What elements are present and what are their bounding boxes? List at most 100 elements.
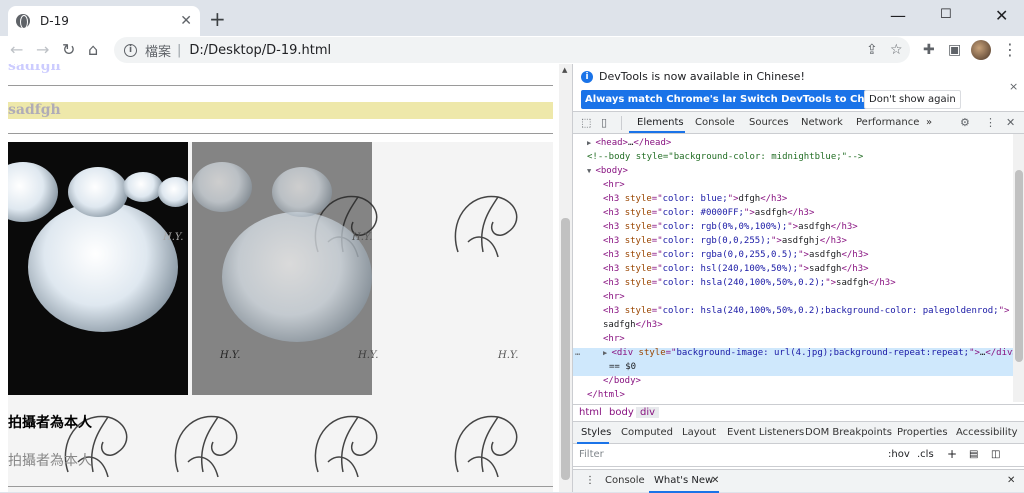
tab-close-icon[interactable]: ✕ [180,13,192,29]
element-state-icon[interactable]: ▤ [969,449,978,460]
devtools-drawer: ⋮ Console What's New ✕ ✕ [573,469,1024,493]
dom-token-tag: </h3> [830,222,858,232]
sketch-tile [314,415,378,478]
tab-performance[interactable]: Performance [856,117,919,128]
settings-gear-icon[interactable]: ⚙ [960,116,970,129]
tab-styles[interactable]: Styles [581,427,611,438]
tab-computed[interactable]: Computed [621,427,673,438]
dom-node-line[interactable]: ▶ <head>…</head> [587,136,671,150]
maximize-button[interactable]: ☐ [940,7,952,22]
dom-node-line[interactable]: ▼ <body> [587,164,628,178]
breadcrumb-html[interactable]: html [575,407,606,418]
minimize-button[interactable]: — [890,6,906,25]
browser-tab[interactable]: D-19 ✕ [8,6,200,36]
dom-node-line[interactable]: == $0 [609,360,636,374]
dom-node-line[interactable]: <hr> [603,178,625,192]
more-tabs-chevron[interactable]: » [926,117,932,128]
horizontal-rule [8,85,553,86]
dom-node-line[interactable]: <h3 style="color: #0000FF;">asdfgh</h3> [603,206,814,220]
dom-token-tag: </h3> [819,236,847,246]
dom-tree-scrollbar[interactable] [1013,134,1024,402]
dom-node-line[interactable]: <hr> [603,332,625,346]
dom-node-line[interactable]: <h3 style="color: blue;">dfgh</h3> [603,192,787,206]
filter-input[interactable]: Filter [579,449,604,460]
hover-state-toggle[interactable]: :hov [888,449,910,460]
back-button[interactable]: ← [10,40,23,59]
drawer-tab-console[interactable]: Console [605,475,645,486]
tab-dom-breakpoints[interactable]: DOM Breakpoints [805,427,892,438]
tab-network[interactable]: Network [801,117,843,128]
drawer-menu-icon[interactable]: ⋮ [585,475,595,486]
dom-node-line[interactable]: ▶ <div style="background-image: url(4.jp… [603,346,1013,360]
infobar-close-icon[interactable]: × [1009,80,1018,93]
page-scroll-thumb[interactable] [561,218,570,480]
dont-show-again-button[interactable]: Don't show again [864,90,961,109]
dom-token-txt: asdfghj [781,236,820,246]
extensions-puzzle-icon[interactable]: ✚ [923,42,935,58]
dom-token-attr: style [624,306,652,316]
browser-window: D-19 ✕ + — ☐ ✕ ← → ↻ ⌂ i 檔案 | D:/Desktop… [0,0,1024,493]
dom-node-line[interactable]: <h3 style="color: hsla(240,100%,50%,0.2)… [603,304,1009,318]
devtools-menu-icon[interactable]: ⋮ [985,116,996,129]
dom-node-line[interactable]: <h3 style="color: rgb(0%,0%,100%);">asdf… [603,220,858,234]
new-style-rule-button[interactable]: + [947,447,957,461]
page-scrollbar[interactable]: ▲ [559,64,572,492]
dom-token-tag: =" [651,222,663,232]
dom-token-tag: =" [651,306,663,316]
device-toolbar-icon[interactable]: ▯ [601,116,607,129]
horizontal-rule [8,486,553,487]
home-button[interactable]: ⌂ [88,40,98,59]
dom-token-tag: </h3> [868,278,896,288]
browser-menu-icon[interactable]: ⋮ [1002,40,1018,59]
class-toggle[interactable]: .cls [917,449,934,460]
new-tab-button[interactable]: + [209,9,226,29]
site-info-icon[interactable]: i [124,43,137,57]
window-close-button[interactable]: ✕ [995,6,1008,25]
breadcrumb-div[interactable]: div [636,407,660,418]
title-bar: D-19 ✕ + — ☐ ✕ [0,0,1024,36]
dom-node-line[interactable]: <hr> [603,290,625,304]
dom-node-line[interactable]: <h3 style="color: rgba(0,0,255,0.5);">as… [603,248,869,262]
drawer-tab-close-icon[interactable]: ✕ [711,475,719,486]
dom-token-txt: asdfgh [754,208,788,218]
palegoldenrod-heading: sadfgh [8,102,553,119]
dom-node-line[interactable]: </html> [587,388,625,402]
horizontal-rule [8,133,553,134]
bookmark-star-icon[interactable]: ☆ [890,42,903,58]
tab-layout[interactable]: Layout [682,427,716,438]
drawer-tab-whats-new[interactable]: What's New [654,475,713,486]
tab-event-listeners[interactable]: Event Listeners [727,427,804,438]
node-actions-icon[interactable]: ⋯ [575,348,580,362]
dom-node-line[interactable]: </body> [603,374,641,388]
toggle-sidebar-icon[interactable]: ◫ [991,449,1000,460]
dom-tree-scroll-thumb[interactable] [1015,170,1023,362]
scroll-up-icon[interactable]: ▲ [562,66,567,74]
tab-console[interactable]: Console [695,117,735,128]
dom-token-val: color: hsla(240,100%,50%,0.2);background… [662,306,999,316]
tab-sources[interactable]: Sources [749,117,789,128]
share-icon[interactable]: ⇪ [866,42,878,58]
breadcrumb-body[interactable]: body [605,407,638,418]
dom-token-attr: style [624,278,652,288]
tab-accessibility[interactable]: Accessibility [956,427,1018,438]
dom-node-line[interactable]: sadfgh</h3> [603,318,663,332]
dom-token-tag: "> [998,306,1010,316]
dom-node-line[interactable]: <h3 style="color: rgb(0,0,255);">asdfghj… [603,234,847,248]
inspect-element-icon[interactable]: ⬚ [581,116,591,129]
dom-node-line[interactable]: <h3 style="color: hsl(240,100%,50%);">sa… [603,262,869,276]
dom-node-line[interactable]: <!--body style="background-color: midnig… [587,150,863,164]
dom-tree[interactable]: ⋯ ▶ <head>…</head> <!--body style="backgr… [573,134,1013,402]
tab-elements[interactable]: Elements [637,117,684,128]
dom-node-line[interactable]: <h3 style="color: hsla(240,100%,50%,0.2)… [603,276,896,290]
reload-button[interactable]: ↻ [62,40,75,59]
dom-token-txt: sadfgh [808,264,842,274]
devtools-close-icon[interactable]: ✕ [1006,116,1015,129]
tab-properties[interactable]: Properties [897,427,948,438]
address-bar[interactable]: i 檔案 | D:/Desktop/D-19.html [114,37,910,63]
profile-avatar[interactable] [971,40,991,60]
dom-token-tag: </h3> [841,250,869,260]
drawer-close-icon[interactable]: ✕ [1007,475,1015,486]
side-panel-icon[interactable]: ▣ [948,42,961,58]
globe-icon [16,14,30,29]
forward-button[interactable]: → [36,40,49,59]
